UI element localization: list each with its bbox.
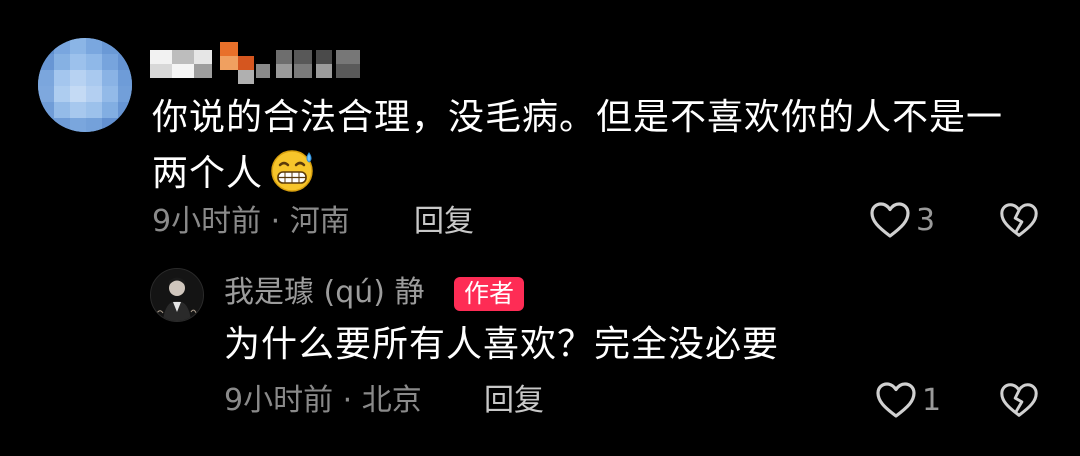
- meta-separator: ·: [333, 383, 362, 418]
- reply-like-count: 1: [922, 382, 942, 418]
- heart-icon: [876, 382, 916, 418]
- broken-heart-icon[interactable]: [998, 380, 1040, 420]
- reply-time: 9小时前: [224, 383, 334, 418]
- author-badge: 作者: [454, 277, 524, 311]
- reply-like-button[interactable]: 1: [874, 380, 941, 420]
- reply-location: 北京: [361, 383, 422, 418]
- reply-username[interactable]: 我是璩 (qú) 静: [224, 273, 425, 313]
- reply-meta: 9小时前 · 北京: [224, 381, 422, 421]
- person-avatar-icon: [151, 269, 203, 321]
- reply-reply-button[interactable]: 回复: [484, 381, 544, 421]
- reply-text: 为什么要所有人喜欢？完全没必要: [224, 324, 780, 365]
- reply-item: 我是璩 (qú) 静 作者 为什么要所有人喜欢？完全没必要 9小时前 · 北京 …: [0, 0, 1080, 456]
- reply-avatar[interactable]: [150, 268, 204, 322]
